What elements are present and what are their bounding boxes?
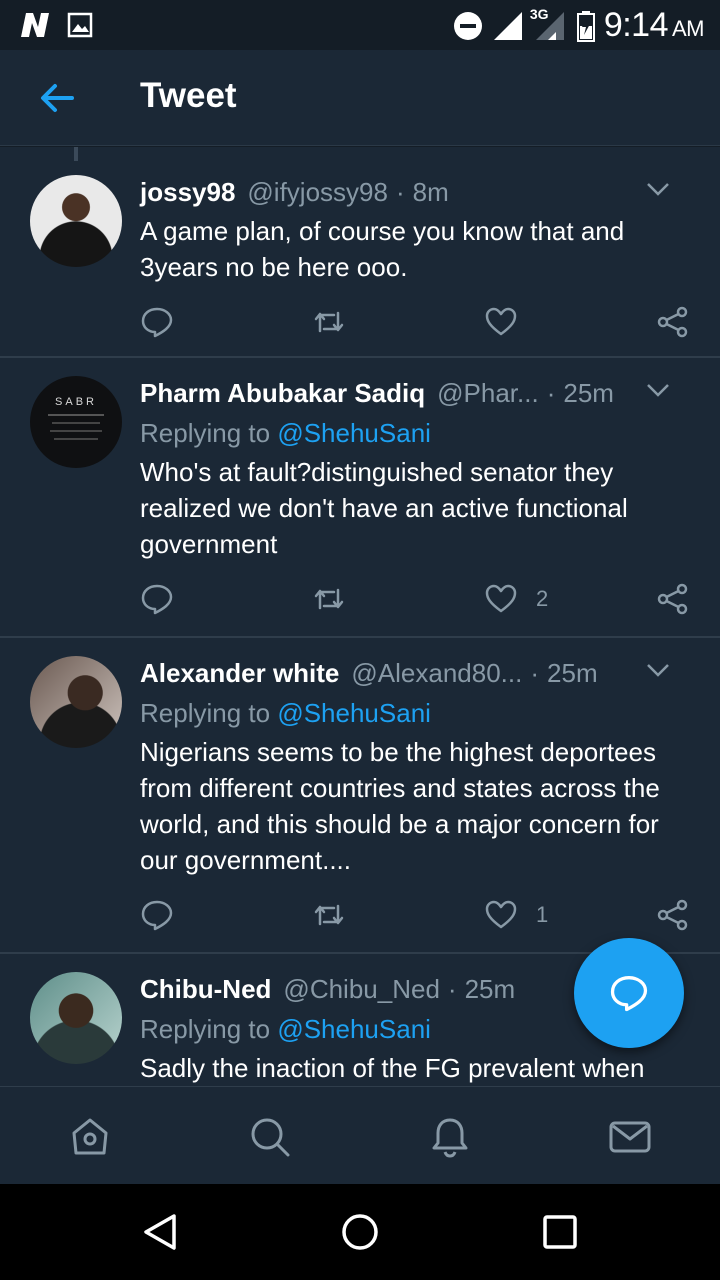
tweet-header: Alexander white @Alexand80... · 25m (140, 658, 700, 689)
tweet-actions: 2 (140, 582, 700, 622)
reply-button[interactable] (140, 305, 174, 339)
tweet-time: 25m (547, 658, 598, 688)
status-bar: 3G 9:14 AM (0, 0, 720, 50)
chevron-down-icon[interactable] (646, 181, 670, 197)
avatar[interactable] (30, 656, 122, 748)
bottom-navigation (0, 1086, 720, 1184)
replying-to: Replying to @ShehuSani (140, 1014, 431, 1045)
tweet-item[interactable]: Alexander white @Alexand80... · 25m Repl… (0, 638, 720, 954)
chevron-down-icon[interactable] (646, 382, 670, 398)
share-icon (657, 899, 688, 931)
mention-link[interactable]: @ShehuSani (277, 698, 431, 728)
share-button[interactable] (656, 305, 690, 339)
back-triangle-icon[interactable] (140, 1212, 180, 1252)
share-button[interactable] (656, 898, 690, 932)
author-handle[interactable]: @ifyjossy98 (247, 177, 388, 208)
back-arrow-icon[interactable] (38, 80, 78, 116)
mention-link[interactable]: @ShehuSani (277, 1014, 431, 1044)
chevron-down-icon[interactable] (646, 662, 670, 678)
reply-icon (141, 307, 173, 338)
tweet-time: 25m (464, 974, 516, 1004)
replying-label: Replying to (140, 1014, 271, 1044)
like-count: 2 (536, 586, 549, 611)
like-button[interactable] (484, 305, 536, 339)
reply-icon (141, 900, 173, 931)
avatar[interactable] (30, 972, 122, 1064)
netflix-n-icon (21, 13, 49, 37)
heart-icon (485, 900, 517, 929)
heart-icon (485, 307, 517, 336)
notifications-icon[interactable] (428, 1115, 472, 1159)
tweet-time: 8m (412, 177, 449, 207)
tweet-text: Nigerians seems to be the highest deport… (140, 737, 660, 875)
like-count: 1 (536, 902, 549, 927)
retweet-button[interactable] (312, 305, 346, 339)
avatar[interactable]: SABR (30, 376, 122, 468)
author-handle[interactable]: @Phar... (437, 378, 539, 409)
heart-icon (485, 584, 517, 613)
tweet-text: Who's at fault?distinguished senator the… (140, 457, 628, 559)
author-handle[interactable]: @Alexand80... (351, 658, 522, 689)
tweet-item[interactable]: SABR Pharm Abubakar Sadiq @Phar... · 25m… (0, 358, 720, 638)
tweet-header: jossy98 @ifyjossy98 · 8m (140, 177, 700, 208)
retweet-icon (314, 311, 344, 333)
network-type: 3G (529, 5, 549, 22)
retweet-button[interactable] (312, 898, 346, 932)
tweet-text: A game plan, of course you know that and… (140, 216, 625, 282)
signal-icon (493, 11, 522, 40)
home-circle-icon[interactable] (340, 1212, 380, 1252)
avatar[interactable] (30, 175, 122, 267)
author-handle[interactable]: @Chibu_Ned (283, 974, 439, 1005)
retweet-button[interactable] (312, 582, 346, 616)
retweet-icon (314, 588, 344, 610)
separator-dot: · (530, 658, 540, 688)
replying-to: Replying to @ShehuSani (140, 418, 431, 449)
clock-time: 9:14 (603, 6, 669, 44)
gallery-icon (67, 12, 93, 38)
author-name[interactable]: Chibu-Ned (140, 974, 271, 1005)
reply-button[interactable] (140, 898, 174, 932)
replying-label: Replying to (140, 418, 271, 448)
tweet-actions (140, 305, 700, 345)
messages-icon[interactable] (608, 1115, 652, 1159)
recents-square-icon[interactable] (540, 1212, 580, 1252)
reply-button[interactable] (140, 582, 174, 616)
dnd-icon (453, 11, 482, 40)
home-icon[interactable] (68, 1115, 112, 1159)
page-title: Tweet (140, 76, 237, 115)
author-name[interactable]: Alexander white (140, 658, 339, 689)
reply-icon (141, 584, 173, 615)
share-icon (657, 583, 688, 615)
tweet-header: Pharm Abubakar Sadiq @Phar... · 25m (140, 378, 700, 409)
clock: 9:14 AM (603, 6, 705, 45)
search-icon[interactable] (248, 1115, 292, 1159)
separator-dot: · (395, 177, 405, 207)
like-button[interactable]: 1 (484, 898, 548, 932)
tweet-item[interactable]: jossy98 @ifyjossy98 · 8m A game plan, of… (0, 155, 720, 358)
retweet-icon (314, 904, 344, 926)
mention-link[interactable]: @ShehuSani (277, 418, 431, 448)
tweet-text: Sadly the inaction of the FG prevalent w… (140, 1053, 645, 1083)
avatar-text: SABR (55, 396, 97, 408)
like-button[interactable]: 2 (484, 582, 548, 616)
app-bar: Tweet (0, 50, 720, 146)
replying-to: Replying to @ShehuSani (140, 698, 431, 729)
reply-bubble-icon (610, 976, 648, 1012)
separator-dot: · (546, 378, 556, 408)
system-navigation (0, 1184, 720, 1280)
author-name[interactable]: jossy98 (140, 177, 235, 208)
compose-reply-button[interactable] (574, 938, 684, 1048)
tweet-actions: 1 (140, 898, 700, 938)
signal-3g-icon: 3G (530, 6, 568, 42)
replying-label: Replying to (140, 698, 271, 728)
separator-dot: · (447, 974, 457, 1004)
share-button[interactable] (656, 582, 690, 616)
share-icon (657, 306, 688, 338)
battery-icon (576, 10, 595, 42)
clock-ampm: AM (672, 16, 705, 41)
author-name[interactable]: Pharm Abubakar Sadiq (140, 378, 425, 409)
tweet-time: 25m (563, 378, 614, 408)
